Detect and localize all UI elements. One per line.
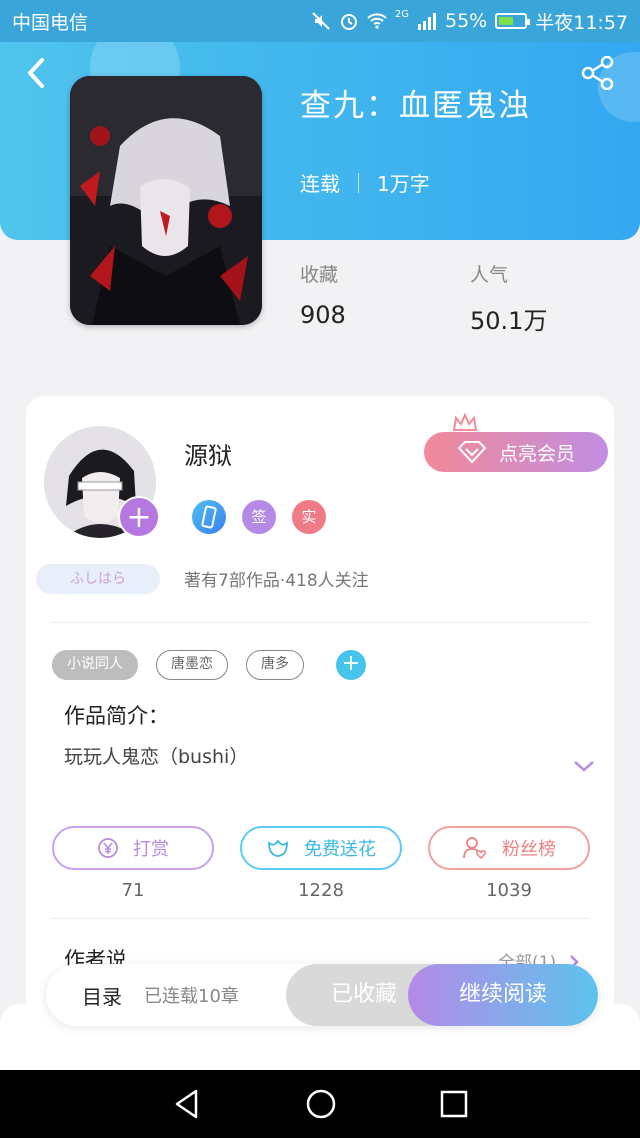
book-title: 查九：血匿鬼浊 [300, 88, 531, 124]
add-tag-button[interactable]: + [336, 650, 366, 680]
reward-button[interactable]: 打赏 [52, 826, 214, 870]
status-icons: 2G 55% 半夜11:57 [311, 8, 628, 35]
diamond-icon [457, 441, 487, 464]
bottom-action-bar: 目录 已连载10章 已收藏 继续阅读 [46, 964, 598, 1026]
signal-icon [418, 13, 436, 30]
section-divider [50, 918, 590, 919]
back-button[interactable] [22, 56, 52, 90]
favorites-stat: 收藏 908 [300, 260, 470, 336]
clock: 半夜11:57 [535, 11, 628, 34]
book-meta: 连载 1万字 [300, 168, 430, 197]
reward-action: 打赏 71 [52, 826, 214, 901]
intro-label: 作品简介： [64, 704, 169, 728]
follow-author-button[interactable]: + [118, 496, 160, 538]
user-heart-icon [463, 837, 486, 860]
crown-icon [452, 412, 478, 434]
system-nav-bar [0, 1070, 640, 1138]
fans-label: 粉丝榜 [502, 839, 556, 860]
section-divider [50, 622, 590, 623]
wifi-icon [367, 13, 387, 29]
flower-count: 1228 [298, 880, 344, 901]
carrier-label: 中国电信 [12, 11, 89, 34]
tag-item[interactable]: 唐墨恋 [156, 650, 228, 680]
word-count: 1万字 [377, 172, 430, 196]
popularity-value: 50.1万 [470, 307, 548, 335]
verified-badge[interactable]: 实 [292, 500, 326, 534]
popularity-label: 人气 [470, 264, 509, 286]
battery-percent: 55% [445, 10, 488, 32]
tag-item[interactable]: 小说同人 [52, 650, 138, 680]
back-triangle-icon[interactable] [172, 1088, 202, 1120]
favorites-label: 收藏 [300, 264, 339, 286]
toc-button[interactable]: 目录 [82, 981, 122, 1010]
mute-icon [312, 12, 330, 30]
author-info: 著有7部作品·418人关注 [184, 571, 369, 591]
author-name[interactable]: 源狱 [184, 436, 232, 471]
signed-badge[interactable]: 签 [242, 500, 276, 534]
tag-item[interactable]: 唐多 [246, 650, 304, 680]
fan-ranking-button[interactable]: 粉丝榜 [428, 826, 590, 870]
tag-list: 小说同人 唐墨恋 唐多 + [52, 650, 366, 680]
phone-icon [201, 505, 217, 529]
vip-button[interactable]: 点亮会员 [424, 432, 608, 472]
book-cover[interactable] [70, 76, 262, 325]
intro-text: 玩玩人鬼恋（bushi） [64, 746, 249, 768]
phone-badge[interactable] [192, 500, 226, 534]
fans-count: 1039 [486, 880, 532, 901]
action-row: 打赏 71 免费送花 1228 粉丝榜 1039 [52, 826, 590, 901]
fans-action: 粉丝榜 1039 [428, 826, 590, 901]
share-button[interactable] [580, 56, 616, 90]
continue-reading-button[interactable]: 继续阅读 [408, 964, 598, 1026]
status-bar: 中国电信 2G 55% 半夜11:57 [0, 0, 640, 42]
favorites-value: 908 [300, 301, 346, 329]
battery-icon [495, 13, 531, 29]
home-circle-icon[interactable] [305, 1088, 337, 1120]
recents-square-icon[interactable] [440, 1090, 468, 1118]
author-decoration: ふしはら [36, 564, 160, 594]
chevron-down-icon[interactable] [572, 758, 596, 774]
vip-label: 点亮会员 [498, 442, 575, 465]
reward-count: 71 [121, 880, 145, 901]
alarm-icon [340, 14, 357, 30]
cover-illustration [70, 76, 262, 325]
reward-label: 打赏 [133, 839, 169, 860]
book-stats: 收藏 908 人气 50.1万 [300, 260, 640, 336]
meta-divider [358, 172, 359, 193]
flower-icon [268, 839, 288, 857]
popularity-stat: 人气 50.1万 [470, 260, 640, 336]
network-type: 2G [394, 8, 409, 20]
flower-label: 免费送花 [304, 839, 376, 860]
yen-coin-icon [98, 838, 118, 858]
author-badges: 签 实 [192, 500, 326, 534]
chapter-count[interactable]: 已连载10章 [144, 982, 294, 1008]
send-flower-button[interactable]: 免费送花 [240, 826, 402, 870]
serial-status: 连载 [300, 172, 340, 196]
flower-action: 免费送花 1228 [240, 826, 402, 901]
